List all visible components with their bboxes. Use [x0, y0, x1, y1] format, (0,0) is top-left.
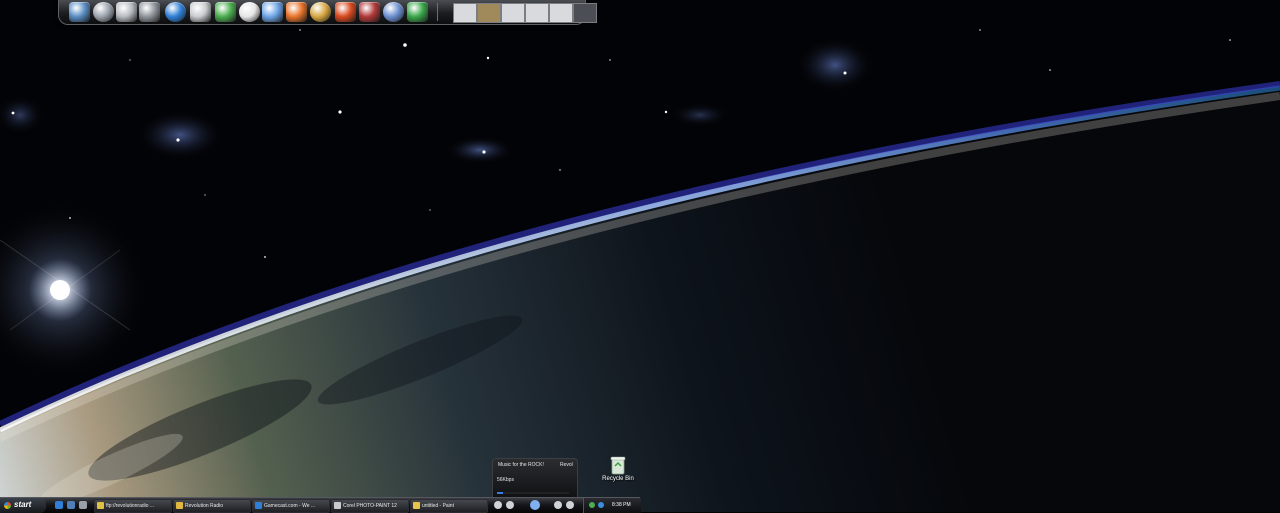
task-gamecast-icon — [255, 502, 262, 509]
my-computer-icon[interactable] — [69, 2, 90, 22]
task-paint-icon — [413, 502, 420, 509]
messenger-tray-icon[interactable] — [598, 502, 604, 508]
window-thumb-5[interactable] — [549, 3, 573, 23]
task-label: untitled - Paint — [422, 503, 454, 509]
taskbar: start ftp://revolutionradio ... Revolutio… — [0, 497, 641, 513]
task-revolution-radio[interactable]: Revolution Radio — [173, 499, 251, 513]
pidgin-messenger-icon[interactable] — [262, 2, 283, 22]
window-thumb-4[interactable] — [525, 3, 549, 23]
itunes-icon[interactable] — [383, 2, 404, 22]
media-prev-icon[interactable] — [494, 501, 502, 509]
network-tray-icon[interactable] — [589, 502, 595, 508]
task-label: Gamecast.com - We ... — [264, 503, 316, 509]
windows-logo-icon — [4, 502, 11, 509]
media-play-icon[interactable] — [530, 500, 540, 510]
printer-icon[interactable] — [139, 2, 160, 22]
task-revolution-radio-icon — [176, 502, 183, 509]
task-paint[interactable]: untitled - Paint — [410, 499, 488, 513]
start-label: start — [14, 500, 32, 509]
task-corel-photo-paint[interactable]: Corel PHOTO-PAINT 12 — [331, 499, 409, 513]
radio-progress-fill — [497, 492, 503, 494]
desktop-wallpaper — [0, 0, 1280, 512]
messenger-icon[interactable] — [215, 2, 236, 22]
internet-explorer-icon[interactable] — [165, 2, 186, 22]
window-thumb-3[interactable] — [501, 3, 525, 23]
recycle-bin-icon — [610, 456, 626, 475]
file-cabinet-icon[interactable] — [116, 2, 137, 22]
task-label: Corel PHOTO-PAINT 12 — [343, 503, 397, 509]
window-thumb-6[interactable] — [573, 3, 597, 23]
radio-progress-bar[interactable] — [497, 492, 569, 494]
skull-app-icon[interactable] — [190, 2, 211, 22]
task-corel-photo-paint-icon — [334, 502, 341, 509]
task-label: Revolution Radio — [185, 503, 224, 509]
documents-icon[interactable] — [93, 2, 114, 22]
window-thumb-1[interactable] — [453, 3, 477, 23]
media-controls — [492, 499, 576, 511]
system-tray: 8:38 PM — [583, 498, 641, 513]
xbox-live-icon[interactable] — [407, 2, 428, 22]
burning-app-icon[interactable] — [335, 2, 356, 22]
dock-separator — [437, 3, 438, 21]
recycle-bin-shortcut[interactable]: Recycle Bin — [598, 455, 638, 487]
mustache-app-icon[interactable] — [239, 2, 260, 22]
desktop-quicklaunch-icon[interactable] — [67, 501, 75, 509]
window-thumb-2[interactable] — [477, 3, 501, 23]
radio-station-name: Revol — [560, 462, 573, 468]
tray-clock[interactable]: 8:38 PM — [612, 502, 631, 508]
winrar-icon[interactable] — [310, 2, 331, 22]
media-next-icon[interactable] — [554, 501, 562, 509]
firefox-icon[interactable] — [286, 2, 307, 22]
media-volume-icon[interactable] — [566, 501, 574, 509]
recycle-bin-label: Recycle Bin — [602, 476, 634, 482]
ie-quicklaunch-icon[interactable] — [55, 501, 63, 509]
radio-player-widget[interactable]: Music for the ROCK! Revol 56Kbps — [492, 458, 578, 498]
task-ftp-icon — [97, 502, 104, 509]
task-ftp[interactable]: ftp://revolutionradio ... — [94, 499, 172, 513]
start-button[interactable]: start — [0, 498, 46, 513]
task-label: ftp://revolutionradio ... — [106, 503, 155, 509]
application-dock — [58, 0, 597, 25]
radio-bitrate: 56Kbps — [497, 477, 514, 483]
media-quicklaunch-icon[interactable] — [79, 501, 87, 509]
movie-maker-icon[interactable] — [359, 2, 380, 22]
radio-track-title: Music for the ROCK! — [498, 462, 544, 468]
task-gamecast[interactable]: Gamecast.com - We ... — [252, 499, 330, 513]
media-stop-icon[interactable] — [506, 501, 514, 509]
